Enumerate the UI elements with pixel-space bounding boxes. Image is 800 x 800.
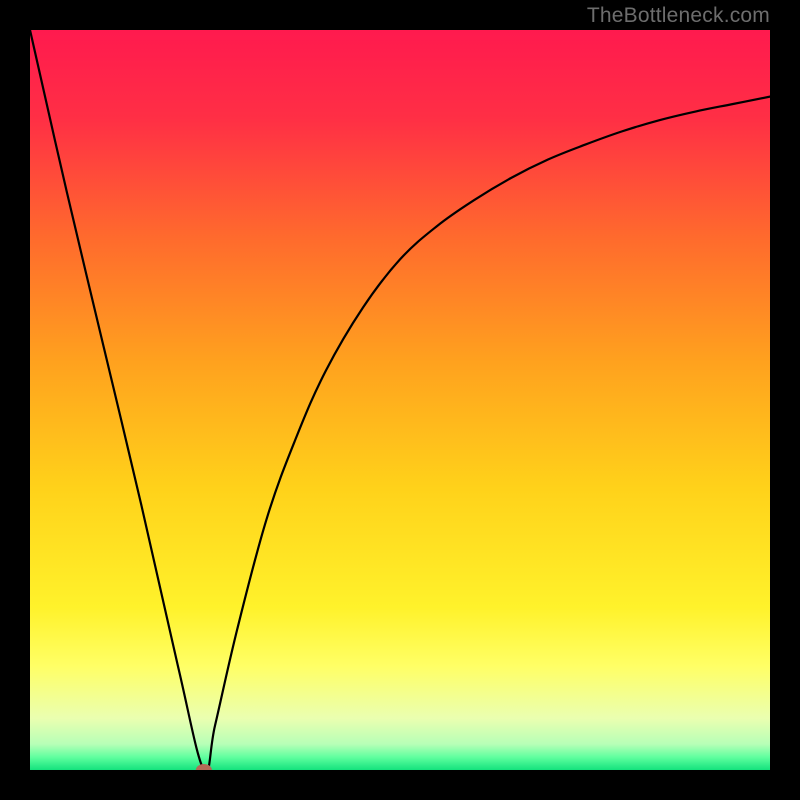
plot-area [30, 30, 770, 770]
curve-layer [30, 30, 770, 770]
bottleneck-curve [30, 30, 770, 770]
chart-frame: TheBottleneck.com [0, 0, 800, 800]
watermark-label: TheBottleneck.com [587, 4, 770, 28]
